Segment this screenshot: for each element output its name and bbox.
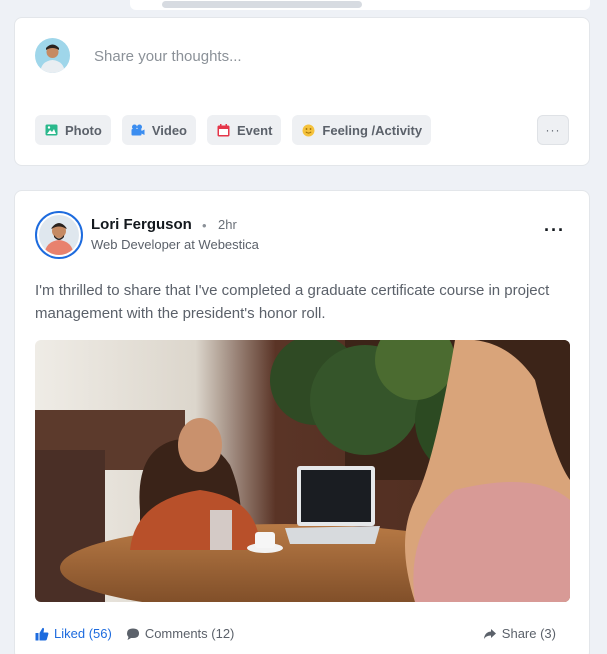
meta-separator: •: [202, 218, 207, 233]
photo-icon: [44, 123, 58, 137]
photo-label: Photo: [65, 122, 102, 138]
author-avatar[interactable]: [35, 211, 83, 259]
composer-actions: Photo Video Event Feeling /Activity: [35, 115, 432, 145]
post-time: 2hr: [218, 217, 237, 232]
author-role: Web Developer at Webestica: [91, 237, 259, 252]
thumbs-up-icon: [35, 627, 49, 641]
author-name[interactable]: Lori Ferguson: [91, 216, 192, 233]
comments-label: Comments (12): [144, 626, 235, 641]
share-button[interactable]: Share (3): [483, 626, 556, 641]
calendar-icon: [216, 123, 230, 137]
share-thoughts-input[interactable]: Share your thoughts...: [94, 48, 242, 65]
scrollbar-thumb[interactable]: [162, 1, 362, 8]
comments-button[interactable]: Comments (12): [126, 626, 235, 641]
feeling-activity-label: Feeling /Activity: [322, 122, 423, 138]
video-button[interactable]: Video: [121, 115, 196, 145]
video-label: Video: [151, 122, 187, 138]
video-icon: [131, 123, 145, 137]
share-icon: [483, 627, 497, 641]
liked-label: Liked (56): [54, 626, 112, 641]
user-avatar[interactable]: [35, 38, 70, 73]
like-button[interactable]: Liked (56): [35, 626, 112, 641]
feed-post: Lori Ferguson • 2hr Web Developer at Web…: [14, 190, 590, 654]
post-photo[interactable]: [35, 340, 570, 602]
horizontal-scrollbar[interactable]: [130, 0, 590, 10]
event-label: Event: [237, 122, 273, 138]
photo-button[interactable]: Photo: [35, 115, 111, 145]
post-footer: Liked (56) Comments (12) Share (3): [35, 626, 570, 641]
post-menu-icon[interactable]: ···: [544, 221, 565, 239]
comment-icon: [126, 627, 140, 641]
share-label: Share (3): [501, 626, 556, 641]
post-composer: Share your thoughts... Photo Video Event…: [14, 17, 590, 166]
smiley-icon: [301, 123, 315, 137]
post-text: I'm thrilled to share that I've complete…: [35, 282, 550, 322]
event-button[interactable]: Event: [207, 115, 282, 145]
composer-more-button[interactable]: ···: [537, 115, 569, 145]
feeling-activity-button[interactable]: Feeling /Activity: [292, 115, 432, 145]
